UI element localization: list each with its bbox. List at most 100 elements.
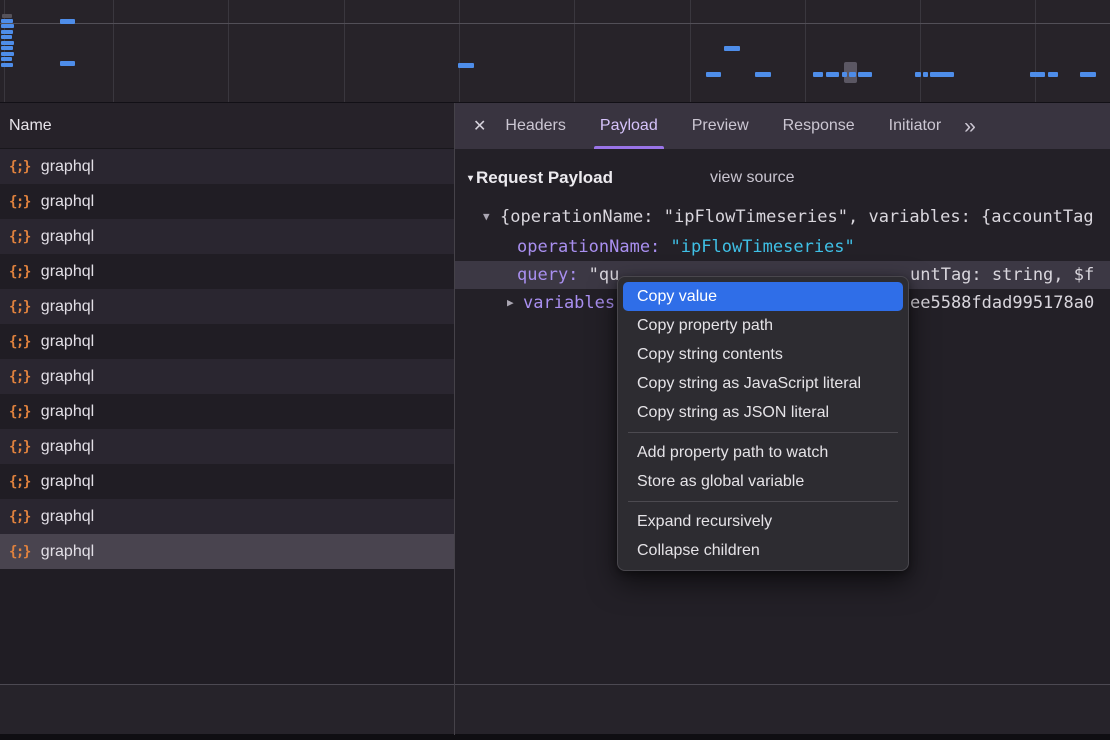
context-menu-item[interactable]: Copy string as JSON literal <box>623 398 903 427</box>
window-bottom-edge <box>0 734 1110 740</box>
json-braces-icon: {;} <box>9 194 30 210</box>
property-value-start: "qu <box>578 265 619 285</box>
context-menu-item[interactable]: Copy string contents <box>623 340 903 369</box>
request-payload-section[interactable]: ▾ Request Payload view source <box>455 163 1110 193</box>
request-name: graphql <box>41 438 94 456</box>
close-icon[interactable]: ✕ <box>473 116 486 136</box>
timeline-request-bar <box>1 46 13 50</box>
operation-name-entry: operationName: "ipFlowTimeseries" <box>517 233 855 261</box>
timeline-request-bar <box>1080 72 1096 77</box>
request-list: {;} graphql {;} graphql {;} graphql {;} graphql… <box>0 149 455 684</box>
timeline-gridline <box>805 0 806 102</box>
request-row[interactable]: {;} graphql <box>0 324 455 359</box>
name-column-header[interactable]: Name <box>0 103 455 149</box>
timeline-request-bar <box>1 19 13 23</box>
timeline-request-bar <box>1030 72 1045 77</box>
collapse-arrow-icon[interactable]: ▼ <box>483 203 490 231</box>
request-row[interactable]: {;} graphql <box>0 184 455 219</box>
request-row[interactable]: {;} graphql <box>0 254 455 289</box>
json-braces-icon: {;} <box>9 509 30 525</box>
property-key: variables <box>523 289 615 317</box>
request-row[interactable]: {;} graphql <box>0 429 455 464</box>
timeline-request-bar <box>813 72 823 77</box>
json-braces-icon: {;} <box>9 159 30 175</box>
request-row[interactable]: {;} graphql <box>0 499 455 534</box>
timeline-request-bar <box>1048 72 1058 77</box>
query-value-fragment: untTag: string, $f <box>910 261 1094 289</box>
context-menu-item[interactable]: Copy string as JavaScript literal <box>623 369 903 398</box>
payload-root-row[interactable]: ▼ {operationName: "ipFlowTimeseries", va… <box>455 203 1110 231</box>
request-name: graphql <box>41 333 94 351</box>
context-menu-item[interactable]: Expand recursively <box>623 507 903 536</box>
context-menu-item[interactable]: Collapse children <box>623 536 903 565</box>
timeline-request-bar <box>458 63 474 68</box>
request-name: graphql <box>41 298 94 316</box>
view-source-link[interactable]: view source <box>710 163 794 193</box>
context-menu-item[interactable]: Copy value <box>623 282 903 311</box>
request-row[interactable]: {;} graphql <box>0 149 455 184</box>
expand-arrow-icon[interactable]: ▶ <box>507 289 514 317</box>
context-menu-item[interactable]: Add property path to watch <box>623 438 903 467</box>
variables-value-fragment: ee5588fdad995178a0 <box>910 289 1094 317</box>
payload-root-preview: {operationName: "ipFlowTimeseries", vari… <box>500 203 1094 231</box>
tab-payload[interactable]: Payload <box>585 103 673 149</box>
section-title: Request Payload <box>476 168 613 188</box>
timeline-gridline <box>459 0 460 102</box>
timeline-request-bar <box>60 61 75 66</box>
detail-tabbar: ✕ HeadersPayloadPreviewResponseInitiator… <box>455 103 1110 149</box>
request-name: graphql <box>41 403 94 421</box>
json-braces-icon: {;} <box>9 264 30 280</box>
timeline-gridline <box>113 0 114 102</box>
json-braces-icon: {;} <box>9 404 30 420</box>
context-menu-item[interactable]: Copy property path <box>623 311 903 340</box>
tab-initiator[interactable]: Initiator <box>874 103 956 149</box>
menu-divider <box>628 501 898 502</box>
tab-preview[interactable]: Preview <box>677 103 764 149</box>
request-name: graphql <box>41 228 94 246</box>
timeline-request-bar <box>1 63 13 67</box>
more-tabs-icon[interactable]: » <box>964 116 976 137</box>
timeline-request-bar <box>849 72 856 77</box>
menu-divider <box>628 432 898 433</box>
context-menu: Copy valueCopy property pathCopy string … <box>617 276 909 571</box>
context-menu-item[interactable]: Store as global variable <box>623 467 903 496</box>
tab-response[interactable]: Response <box>768 103 870 149</box>
network-overview[interactable] <box>0 0 1110 103</box>
json-braces-icon: {;} <box>9 334 30 350</box>
devtools-network-panel: Name ✕ HeadersPayloadPreviewResponseInit… <box>0 0 1110 740</box>
timeline-request-bar <box>1 24 14 28</box>
request-name: graphql <box>41 368 94 386</box>
property-key: operationName: <box>517 237 660 257</box>
json-braces-icon: {;} <box>9 299 30 315</box>
timeline-request-bar <box>842 72 847 77</box>
status-bar <box>0 685 1110 734</box>
panel-divider[interactable] <box>454 103 455 735</box>
timeline-request-bar <box>858 72 872 77</box>
request-name: graphql <box>41 263 94 281</box>
payload-operation-row[interactable]: operationName: "ipFlowTimeseries" <box>455 233 1110 261</box>
query-entry: query: "qu <box>517 261 619 289</box>
section-collapse-icon[interactable]: ▾ <box>468 173 473 184</box>
tab-headers[interactable]: Headers <box>490 103 580 149</box>
json-braces-icon: {;} <box>9 439 30 455</box>
timeline-request-bar <box>1 41 14 45</box>
request-row[interactable]: {;}graphql <box>0 359 455 394</box>
timeline-request-bar <box>724 46 740 51</box>
timeline-gridline <box>920 0 921 102</box>
tabs-host: HeadersPayloadPreviewResponseInitiator <box>486 103 956 149</box>
json-braces-icon: {;} <box>9 474 30 490</box>
request-name: graphql <box>41 193 94 211</box>
property-value: "ipFlowTimeseries" <box>660 237 854 257</box>
request-row[interactable]: {;}graphql <box>0 464 455 499</box>
request-row[interactable]: {;}graphql <box>0 219 455 254</box>
request-name: graphql <box>41 508 94 526</box>
timeline-request-bar <box>1 30 13 34</box>
request-row[interactable]: {;}graphql <box>0 534 455 569</box>
timeline-request-bar <box>1 57 12 61</box>
timeline-request-bar <box>706 72 721 77</box>
request-name: graphql <box>41 158 94 176</box>
timeline-request-bar <box>923 72 928 77</box>
request-row[interactable]: {;} graphql <box>0 394 455 429</box>
timeline-gridline <box>1035 0 1036 102</box>
request-row[interactable]: {;} graphql <box>0 289 455 324</box>
